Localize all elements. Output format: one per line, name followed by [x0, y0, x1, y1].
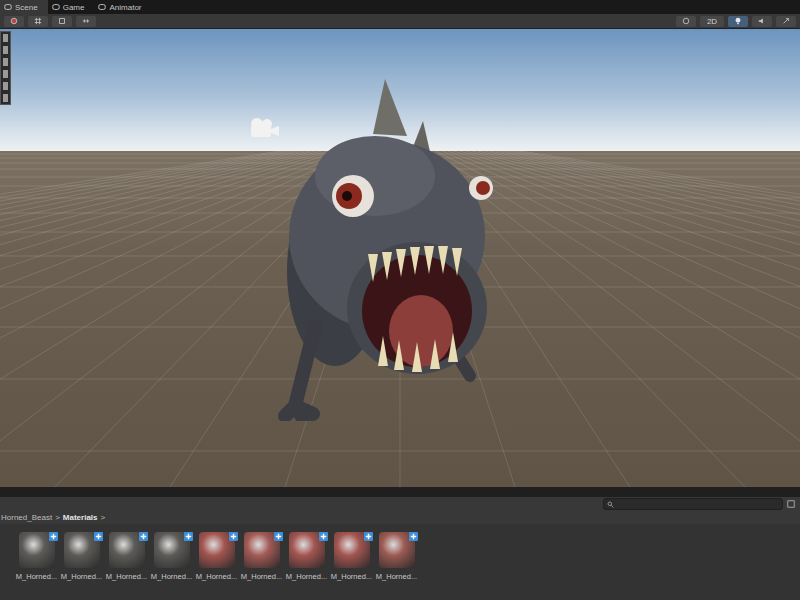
- increment-button[interactable]: [76, 16, 96, 27]
- material-asset[interactable]: M_Horned...: [59, 532, 104, 581]
- material-thumbnail: [289, 532, 325, 568]
- tool-icon[interactable]: [3, 82, 8, 90]
- bulb-icon: [734, 17, 742, 25]
- 2d-button[interactable]: 2D: [700, 16, 724, 27]
- material-asset[interactable]: M_Horned...: [149, 532, 194, 581]
- tool-icon[interactable]: [3, 70, 8, 78]
- material-asset[interactable]: M_Horned...: [329, 532, 374, 581]
- tab-icon: [98, 3, 106, 11]
- prefab-plus-icon: [229, 532, 238, 541]
- material-asset[interactable]: M_Horned...: [14, 532, 59, 581]
- scene-toolbar: 2D: [0, 14, 800, 29]
- asset-grid: M_Horned...M_Horned...M_Horned...M_Horne…: [0, 524, 800, 600]
- prefab-plus-icon: [94, 532, 103, 541]
- tool-icon[interactable]: [3, 46, 8, 54]
- tab-icon: [52, 3, 60, 11]
- material-asset[interactable]: M_Horned...: [104, 532, 149, 581]
- effects-button[interactable]: [776, 16, 796, 27]
- tab[interactable]: Game: [48, 0, 95, 14]
- material-thumbnail: [334, 532, 370, 568]
- material-thumbnail: [244, 532, 280, 568]
- tab[interactable]: Animator: [94, 0, 151, 14]
- prefab-plus-icon: [364, 532, 373, 541]
- search-field[interactable]: [603, 498, 783, 510]
- grid-icon: [34, 17, 42, 25]
- filter-icon[interactable]: [787, 500, 795, 508]
- speaker-icon: [758, 17, 766, 25]
- material-asset[interactable]: M_Horned...: [239, 532, 284, 581]
- effects-icon: [782, 17, 790, 25]
- camera-icon[interactable]: [247, 117, 281, 139]
- material-thumbnail: [154, 532, 190, 568]
- breadcrumb-item[interactable]: Materials: [63, 513, 98, 522]
- lighting-button[interactable]: [728, 16, 748, 27]
- material-thumbnail: [199, 532, 235, 568]
- prefab-plus-icon: [49, 532, 58, 541]
- scene-tools-overlay[interactable]: [0, 31, 11, 105]
- breadcrumb: Horned_Beast>Materials>: [0, 511, 800, 524]
- material-thumbnail: [64, 532, 100, 568]
- material-thumbnail: [109, 532, 145, 568]
- snap-icon: [58, 17, 66, 25]
- material-asset[interactable]: M_Horned...: [284, 532, 329, 581]
- material-thumbnail: [379, 532, 415, 568]
- prefab-plus-icon: [274, 532, 283, 541]
- ruler-icon: [82, 17, 90, 25]
- breadcrumb-separator: >: [101, 513, 106, 522]
- draw-mode-button[interactable]: [4, 16, 24, 27]
- tab-icon: [4, 3, 12, 11]
- unity-editor: SceneGameAnimator2DHorned_Beast>Material…: [0, 0, 800, 600]
- project-header: [0, 497, 800, 511]
- prefab-plus-icon: [139, 532, 148, 541]
- search-icon: [607, 501, 614, 508]
- tool-icon[interactable]: [3, 34, 8, 42]
- shading-icon: [10, 17, 18, 25]
- scene-view[interactable]: [0, 29, 800, 487]
- creature-model[interactable]: [275, 76, 495, 421]
- prefab-plus-icon: [409, 532, 418, 541]
- audio-button[interactable]: [752, 16, 772, 27]
- breadcrumb-item[interactable]: Horned_Beast: [1, 513, 52, 522]
- tab[interactable]: Scene: [0, 0, 48, 14]
- tool-icon[interactable]: [3, 58, 8, 66]
- panel-divider: [0, 487, 800, 497]
- gizmo-button[interactable]: [28, 16, 48, 27]
- material-asset[interactable]: M_Horned...: [374, 532, 419, 581]
- material-thumbnail: [19, 532, 55, 568]
- material-asset[interactable]: M_Horned...: [194, 532, 239, 581]
- tool-icon[interactable]: [3, 94, 8, 102]
- render-mode-button[interactable]: [676, 16, 696, 27]
- snap-button[interactable]: [52, 16, 72, 27]
- prefab-plus-icon: [184, 532, 193, 541]
- tab-bar: SceneGameAnimator: [0, 0, 800, 14]
- prefab-plus-icon: [319, 532, 328, 541]
- sphere-icon: [682, 17, 690, 25]
- breadcrumb-separator: >: [55, 513, 60, 522]
